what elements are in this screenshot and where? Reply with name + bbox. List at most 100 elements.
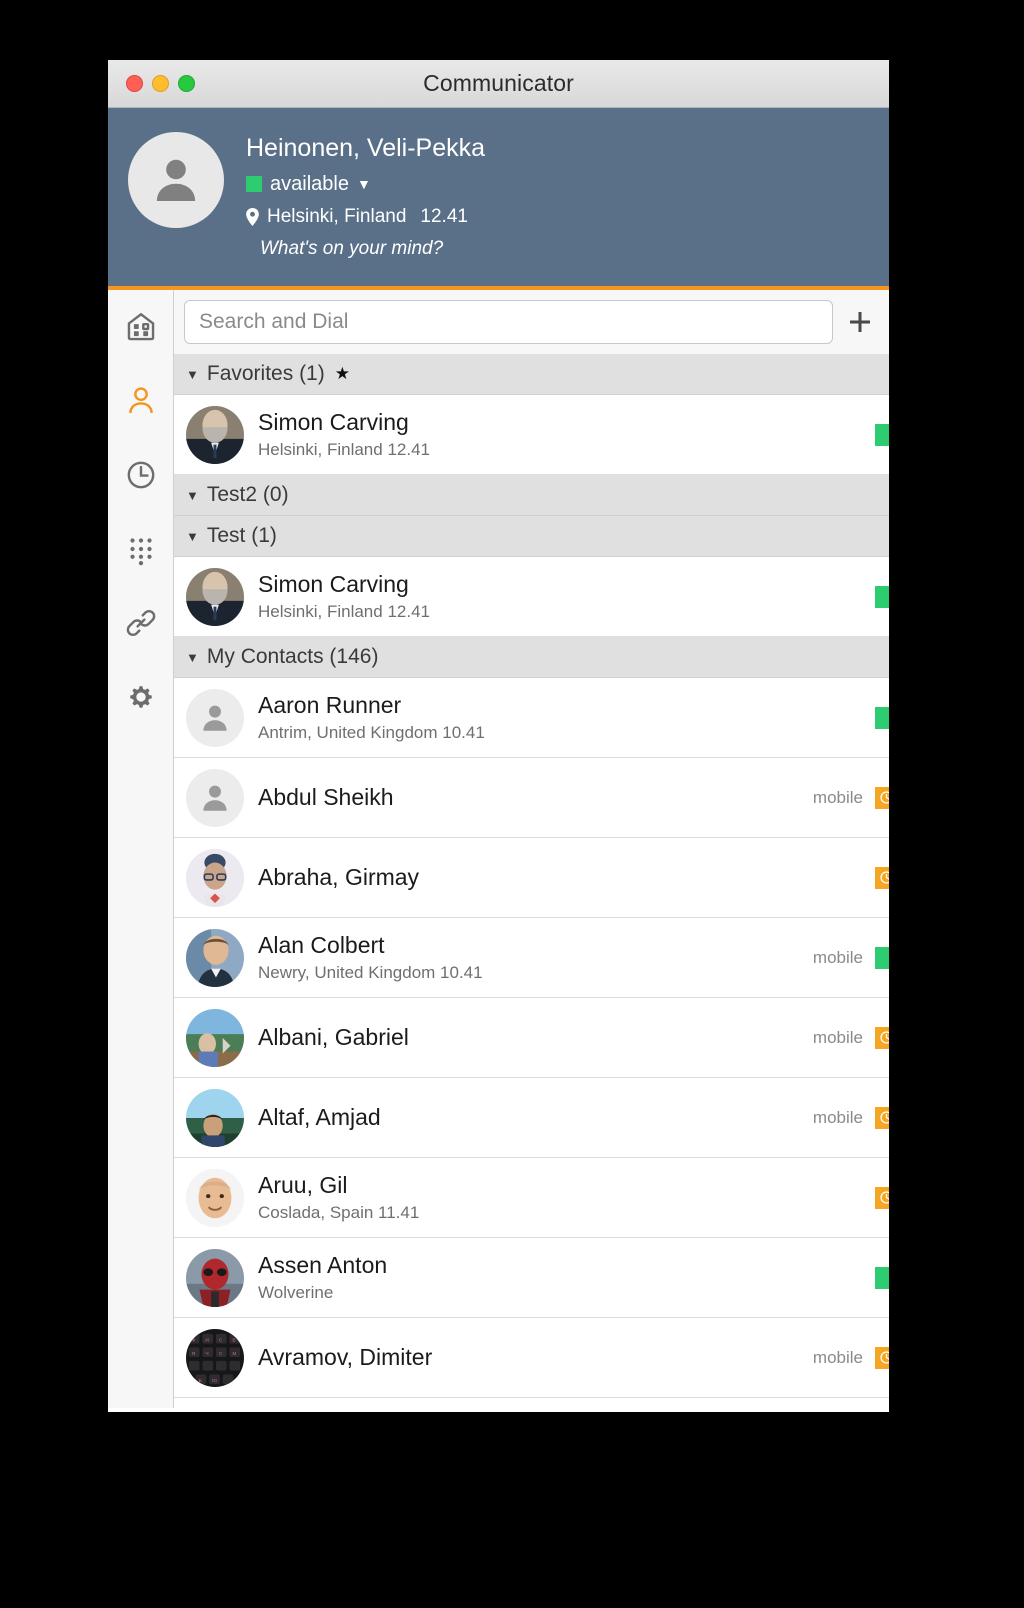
sidebar-item-history[interactable] (118, 452, 164, 498)
contact-name: Simon Carving (258, 570, 409, 597)
minimize-button[interactable] (152, 75, 169, 92)
svg-text:В: В (232, 1337, 235, 1343)
dialpad-icon (129, 538, 152, 566)
user-name: Heinonen, Veli-Pekka (246, 134, 486, 162)
user-info: Heinonen, Veli-Pekka available ▼ Helsink… (246, 126, 485, 260)
svg-text:И: И (205, 1337, 209, 1343)
link-icon (126, 609, 155, 637)
sidebar-item-link[interactable] (118, 600, 164, 646)
caret-down-icon: ▼ (186, 649, 199, 665)
svg-text:С: С (219, 1337, 223, 1343)
avatar (186, 1008, 244, 1067)
maximize-button[interactable] (178, 75, 195, 92)
sidebar-item-contacts[interactable] (118, 378, 164, 424)
contact-text: Simon Carving Helsinki, Finland 12.41 (258, 409, 875, 460)
plus-icon (850, 312, 870, 332)
mood-message[interactable]: What's on your mind? (246, 238, 485, 260)
contact-meta: mobile (812, 1106, 889, 1129)
contact-name: Assen Anton (258, 1251, 388, 1278)
contact-meta: mobile (812, 1346, 889, 1369)
user-header: Heinonen, Veli-Pekka available ▼ Helsink… (108, 108, 889, 290)
presence-away-badge (875, 1106, 889, 1129)
avatar (186, 405, 244, 464)
dashboard-icon (127, 312, 154, 341)
add-contact-button[interactable] (843, 305, 877, 339)
avatar (186, 768, 244, 827)
contact-text: Simon Carving Helsinki, Finland 12.41 (258, 571, 875, 622)
contact-list[interactable]: ▼ Favorites (1) ★ Simon Carving Helsinki, Fi… (174, 354, 889, 1408)
group-header[interactable]: ▼ Test (1) (174, 516, 889, 557)
history-clock-icon (127, 461, 154, 489)
status-label: available (270, 172, 349, 195)
close-button[interactable] (126, 75, 143, 92)
contact-meta (875, 1266, 889, 1289)
presence-away-badge (875, 866, 889, 889)
user-status-row[interactable]: available ▼ (246, 173, 485, 196)
search-bar (174, 290, 889, 354)
sidebar-item-settings[interactable] (118, 674, 164, 720)
avatar (186, 848, 244, 907)
contact-row[interactable]: Abdul Sheikh mobile (174, 758, 889, 838)
person-icon (156, 159, 196, 201)
svg-text:Ч: Ч (205, 1351, 208, 1357)
contact-row[interactable]: Simon Carving Helsinki, Finland 12.41 (174, 395, 889, 475)
avatar: Ф И С В Я Ч С М Б Ю (186, 1328, 244, 1387)
contact-text: Aaron Runner Antrim, United Kingdom 10.41 (258, 692, 875, 743)
status-indicator (246, 176, 262, 193)
group-header[interactable]: ▼ My Contacts (146) (174, 637, 889, 678)
contact-subtitle: Wolverine (258, 1283, 334, 1303)
avatar (186, 1088, 244, 1147)
presence-available-badge (875, 1266, 889, 1289)
group-label: Test2 (0) (206, 483, 289, 506)
presence-available-badge (875, 585, 889, 608)
contact-device: mobile (812, 1107, 863, 1127)
window-controls (126, 60, 195, 107)
star-icon: ★ (334, 364, 350, 383)
contact-name: Abraha, Girmay (258, 863, 420, 890)
contact-row[interactable]: Assen Anton Wolverine (174, 1238, 889, 1318)
sidebar-item-dashboard[interactable] (118, 304, 164, 350)
svg-text:Б: Б (199, 1378, 202, 1384)
user-local-time: 12.41 (420, 205, 468, 227)
contact-row[interactable]: Alan Colbert Newry, United Kingdom 10.41 m… (174, 918, 889, 998)
window-title: Communicator (423, 70, 574, 96)
contact-row[interactable]: Aruu, Gil Coslada, Spain 11.41 (174, 1158, 889, 1238)
avatar (186, 1168, 244, 1227)
contact-meta (875, 585, 889, 608)
contact-name: Avramov, Dimiter (258, 1343, 433, 1370)
avatar[interactable] (128, 132, 224, 228)
contact-meta (875, 1186, 889, 1209)
contact-text: Avramov, Dimiter (258, 1344, 813, 1371)
sidebar-item-dialpad[interactable] (118, 526, 164, 572)
gear-icon (129, 686, 152, 708)
caret-down-icon: ▼ (186, 528, 199, 544)
group-header[interactable]: ▼ Favorites (1) ★ (174, 354, 889, 395)
contact-row[interactable]: Altaf, Amjad mobile (174, 1078, 889, 1158)
avatar (186, 928, 244, 987)
contact-name: Albani, Gabriel (258, 1023, 409, 1050)
contact-device: mobile (812, 1347, 863, 1367)
user-location-row: Helsinki, Finland 12.41 (246, 206, 485, 228)
contact-row[interactable]: Albani, Gabriel mobile (174, 998, 889, 1078)
contact-text: Altaf, Amjad (258, 1104, 813, 1131)
contact-row[interactable]: Simon Carving Helsinki, Finland 12.41 (174, 557, 889, 637)
group-header[interactable]: ▼ Test2 (0) (174, 475, 889, 516)
screen: Communicator Heinonen, Veli-Pekka availa… (0, 0, 1024, 1608)
contact-meta (875, 706, 889, 729)
chevron-down-icon[interactable]: ▼ (357, 177, 371, 191)
contact-row[interactable]: Aaron Runner Antrim, United Kingdom 10.41 (174, 678, 889, 758)
contact-meta (875, 423, 889, 446)
user-location: Helsinki, Finland (267, 205, 407, 227)
contact-row[interactable]: Abraha, Girmay (174, 838, 889, 918)
contact-text: Abdul Sheikh (258, 784, 813, 811)
contact-subtitle: Newry, United Kingdom 10.41 (258, 963, 483, 983)
presence-away-badge (875, 1346, 889, 1369)
location-pin-icon (246, 207, 259, 226)
communicator-window: Communicator Heinonen, Veli-Pekka availa… (108, 60, 889, 1412)
contact-row[interactable]: Ф И С В Я Ч С М Б Ю Avramov, Dimiter mobile (174, 1318, 889, 1398)
contact-meta: mobile (813, 1026, 889, 1049)
contact-subtitle: Coslada, Spain 11.41 (258, 1203, 420, 1223)
search-input[interactable] (184, 300, 833, 344)
avatar (186, 567, 244, 626)
contact-device: mobile (812, 947, 863, 967)
